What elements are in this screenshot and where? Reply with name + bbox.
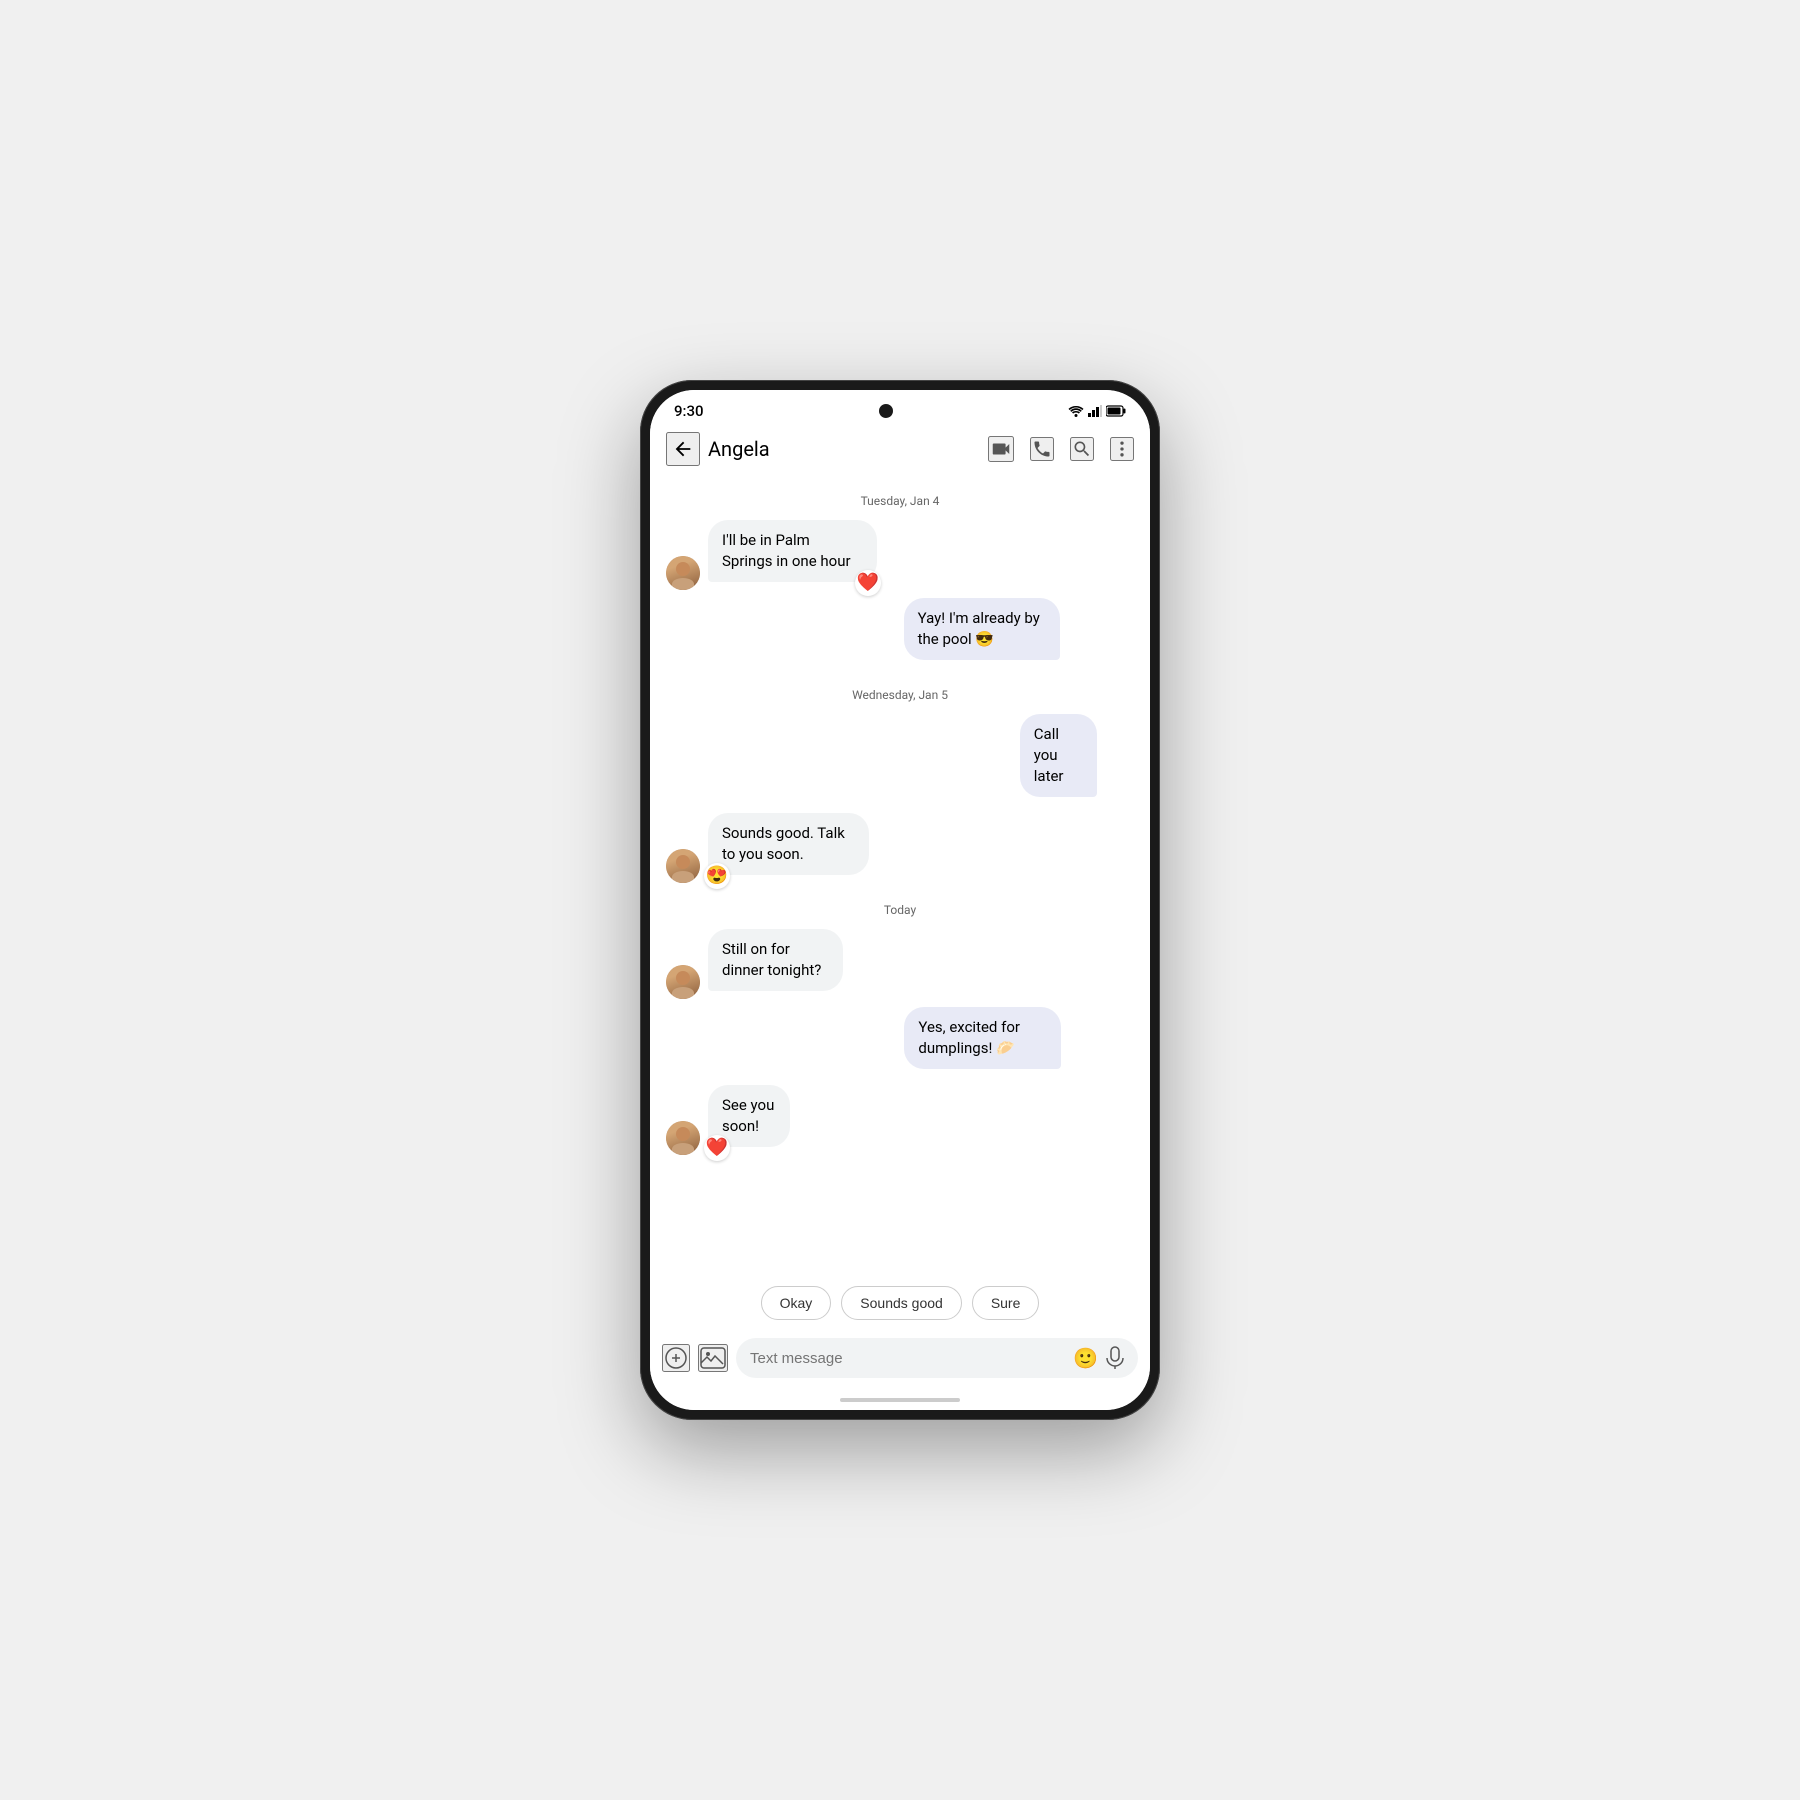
avatar-image (666, 556, 700, 590)
message-bubble: Still on for dinner tonight? (708, 929, 843, 991)
date-label-wed: Wednesday, Jan 5 (666, 688, 1134, 702)
message-wrapper: See you soon! ❤️ (708, 1085, 829, 1147)
signal-icon (1088, 405, 1102, 417)
contact-name: Angela (708, 437, 980, 461)
avatar-image (666, 849, 700, 883)
voice-input-button[interactable] (1106, 1346, 1124, 1370)
reaction-emoji: 😍 (704, 863, 730, 889)
smart-reply-okay[interactable]: Okay (761, 1286, 832, 1320)
message-bubble: See you soon! ❤️ (708, 1085, 790, 1147)
battery-icon (1106, 405, 1126, 417)
status-bar: 9:30 (650, 390, 1150, 424)
mic-icon (1106, 1346, 1124, 1370)
add-attachment-button[interactable] (662, 1344, 690, 1372)
reaction-emoji: ❤️ (855, 570, 881, 596)
wifi-icon (1068, 405, 1084, 417)
home-indicator (650, 1390, 1150, 1410)
avatar (666, 849, 700, 883)
message-wrapper: Call you later (1020, 714, 1134, 797)
message-bubble: Sounds good. Talk to you soon. 😍 (708, 813, 869, 875)
video-call-button[interactable] (988, 436, 1014, 462)
message-wrapper: Sounds good. Talk to you soon. 😍 (708, 813, 944, 875)
message-wrapper: Yay! I'm already by the pool 😎 (904, 598, 1134, 660)
phone-screen: 9:30 (650, 390, 1150, 1410)
smart-reply-sounds-good[interactable]: Sounds good (841, 1286, 962, 1320)
avatar-image (666, 965, 700, 999)
camera-notch (879, 404, 893, 418)
message-input[interactable] (750, 1350, 1065, 1367)
message-text: Yay! I'm already by the pool 😎 (918, 609, 1040, 648)
message-text: See you soon! (722, 1096, 774, 1135)
reaction-emoji: ❤️ (704, 1135, 730, 1161)
message-text: Sounds good. Talk to you soon. (722, 824, 845, 863)
message-row: Yes, excited for dumplings! 🥟 (666, 1007, 1134, 1077)
more-options-button[interactable] (1110, 437, 1134, 461)
message-row: Still on for dinner tonight? (666, 929, 1134, 999)
status-time: 9:30 (674, 402, 704, 420)
message-row: Yay! I'm already by the pool 😎 (666, 598, 1134, 668)
message-wrapper: Yes, excited for dumplings! 🥟 (904, 1007, 1134, 1069)
back-button[interactable] (666, 432, 700, 466)
avatar (666, 556, 700, 590)
status-icons (1068, 405, 1126, 417)
phone-icon (1032, 439, 1052, 459)
input-bar: 🙂 (650, 1330, 1150, 1390)
date-label-today: Today (666, 903, 1134, 917)
smart-replies-bar: Okay Sounds good Sure (650, 1276, 1150, 1330)
image-icon (700, 1346, 726, 1370)
avatar (666, 1121, 700, 1155)
home-bar (840, 1398, 960, 1402)
emoji-button[interactable]: 🙂 (1073, 1346, 1098, 1370)
date-label-tue: Tuesday, Jan 4 (666, 494, 1134, 508)
message-row: I'll be in Palm Springs in one hour ❤️ (666, 520, 1134, 590)
message-text: Yes, excited for dumplings! 🥟 (918, 1018, 1020, 1057)
app-bar: Angela (650, 424, 1150, 474)
app-bar-actions (988, 436, 1134, 462)
message-bubble: Yes, excited for dumplings! 🥟 (904, 1007, 1060, 1069)
avatar (666, 965, 700, 999)
message-row: See you soon! ❤️ (666, 1085, 1134, 1155)
message-bubble: I'll be in Palm Springs in one hour ❤️ (708, 520, 877, 582)
message-text: Call you later (1034, 725, 1064, 785)
image-attach-button[interactable] (698, 1344, 728, 1372)
phone-device: 9:30 (640, 380, 1160, 1420)
message-row: Call you later (666, 714, 1134, 805)
message-row: Sounds good. Talk to you soon. 😍 (666, 813, 1134, 883)
back-arrow-icon (672, 438, 694, 460)
more-vert-icon (1112, 439, 1132, 459)
search-icon (1072, 439, 1092, 459)
add-icon (664, 1346, 688, 1370)
message-wrapper: Still on for dinner tonight? (708, 929, 907, 991)
text-input-area[interactable]: 🙂 (736, 1338, 1138, 1378)
search-button[interactable] (1070, 437, 1094, 461)
message-bubble: Call you later (1020, 714, 1098, 797)
avatar-image (666, 1121, 700, 1155)
messages-area: Tuesday, Jan 4 I'll be in Palm Springs i… (650, 474, 1150, 1276)
message-wrapper: I'll be in Palm Springs in one hour ❤️ (708, 520, 956, 582)
message-bubble: Yay! I'm already by the pool 😎 (904, 598, 1061, 660)
video-call-icon (990, 438, 1012, 460)
message-text: Still on for dinner tonight? (722, 940, 821, 979)
message-text: I'll be in Palm Springs in one hour (722, 531, 851, 570)
phone-call-button[interactable] (1030, 437, 1054, 461)
smart-reply-sure[interactable]: Sure (972, 1286, 1040, 1320)
